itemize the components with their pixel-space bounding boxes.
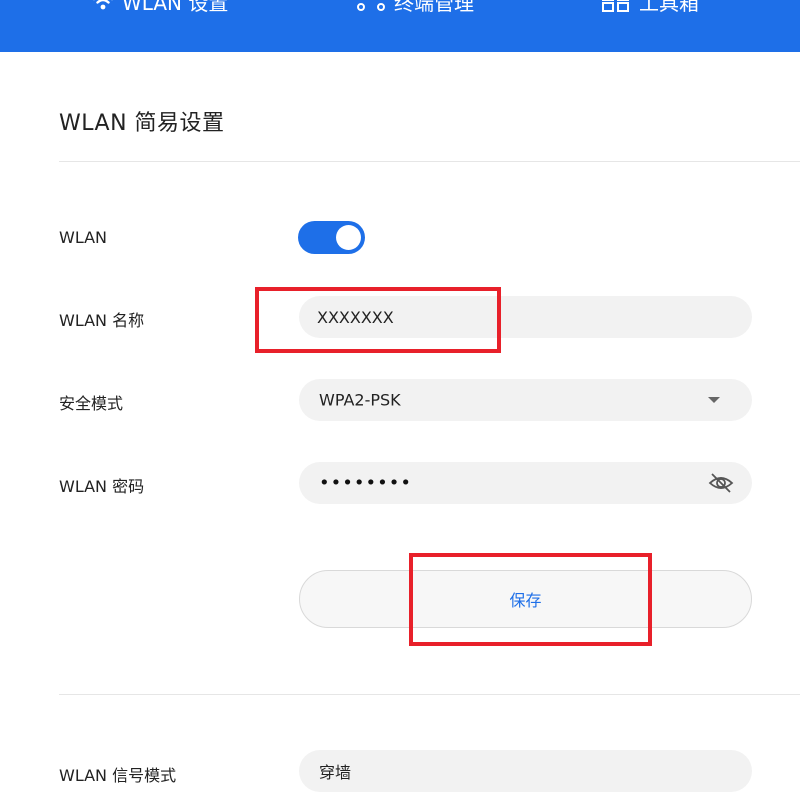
wlan-name-field [299, 296, 752, 338]
signal-mode-select[interactable]: 穿墙 [299, 750, 752, 792]
security-mode-value: WPA2-PSK [319, 390, 401, 410]
page-title: WLAN 简易设置 [59, 111, 225, 136]
wlan-password-field[interactable]: •••••••• [299, 462, 752, 504]
chevron-down-icon [708, 397, 720, 403]
grid-icon [602, 0, 629, 12]
wlan-name-input[interactable] [317, 296, 697, 338]
signal-mode-value: 穿墙 [319, 763, 352, 782]
nav-item-label: 终端管理 [394, 0, 474, 15]
nav-item-label: WLAN 设置 [122, 0, 229, 15]
top-nav-bar: WLAN 设置 终端管理 工具箱 [0, 0, 800, 52]
toggle-knob [336, 225, 361, 250]
nav-item-toolbox[interactable]: 工具箱 [601, 0, 699, 18]
nav-item-label: 工具箱 [639, 0, 699, 15]
nav-item-device-management[interactable]: 终端管理 [356, 0, 474, 18]
wlan-toggle[interactable] [298, 221, 365, 254]
nav-item-wlan-settings[interactable]: WLAN 设置 [92, 0, 228, 18]
security-mode-select[interactable]: WPA2-PSK [299, 379, 752, 421]
divider [59, 161, 800, 162]
wlan-password-value: •••••••• [319, 472, 412, 494]
wifi-icon [93, 0, 113, 10]
signal-mode-label: WLAN 信号模式 [59, 766, 177, 785]
wlan-switch-label: WLAN [59, 228, 108, 247]
divider [59, 694, 800, 695]
wlan-password-label: WLAN 密码 [59, 477, 145, 496]
devices-icon [357, 3, 385, 11]
save-button[interactable]: 保存 [299, 570, 752, 628]
security-mode-label: 安全模式 [59, 394, 124, 413]
wlan-name-label: WLAN 名称 [59, 311, 145, 330]
eye-slash-icon[interactable] [707, 471, 735, 495]
